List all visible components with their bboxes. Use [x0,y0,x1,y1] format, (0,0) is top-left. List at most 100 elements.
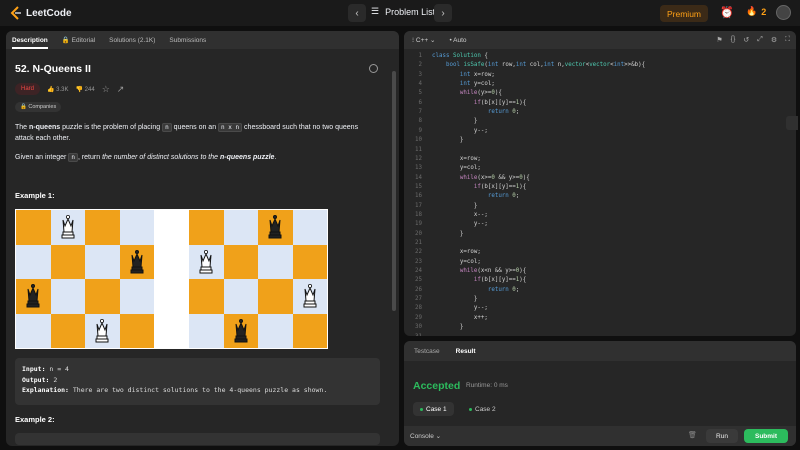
braces-icon[interactable]: {} [731,36,736,44]
board-square [119,279,154,314]
code-line[interactable]: if(b[x][y]==1){ [432,184,526,190]
line-number: 28 [415,305,422,312]
streak-badge[interactable]: 🔥 2 [746,6,766,17]
code-line[interactable]: return 0; [432,287,519,293]
code-line[interactable]: while(x>=0 && y>=0){ [432,175,530,181]
code-line[interactable]: int y=col; [432,81,495,87]
code-line[interactable]: if(b[x][y]==1){ [432,100,526,106]
line-number: 31 [404,334,422,337]
text-segment: The [15,124,30,131]
code-line[interactable]: class Solution { [432,53,488,59]
code-line[interactable]: y=col; [432,165,481,171]
board-square [50,313,85,348]
star-icon[interactable]: ☆ [102,84,110,95]
line-number: 17 [415,202,422,209]
fullscreen-icon[interactable]: ⛶ [785,36,790,44]
code-line[interactable]: while(y>=0){ [432,90,502,96]
premium-button[interactable]: Premium [660,5,709,22]
board-square [119,210,154,245]
share-icon[interactable]: ↗ [117,84,125,95]
board-square [50,210,85,245]
run-button[interactable]: Run [706,429,738,443]
code-line[interactable]: y--; [432,305,488,311]
companies-button[interactable]: 🔒 Companies [15,102,62,112]
side-panel-toggle[interactable] [786,116,798,130]
case-2-tab[interactable]: Case 2 [462,402,503,416]
code-line[interactable]: return 0; [432,193,519,199]
code-line[interactable]: } [432,203,478,209]
next-problem-button[interactable]: › [434,4,452,22]
line-number: 10 [415,137,422,144]
description-paragraph-2: Given an integer n, return the number of… [15,153,370,164]
example-1-title: Example 1: [15,191,55,200]
language-select[interactable]: ⁝ C++ ⌄ [412,36,435,44]
line-number: 27 [415,296,422,303]
like-button[interactable]: 👍 3.3K [47,86,69,93]
line-number: 22 [415,249,422,256]
line-number: 15 [415,183,422,190]
board-square [85,313,120,348]
logo[interactable]: LeetCode [10,6,72,20]
console-toggle[interactable]: Console ⌄ [410,432,441,440]
queen-icon [61,215,75,239]
code-line[interactable]: } [432,118,478,124]
code-editor-panel: ⁝ C++ ⌄ • Auto ⚑ {} ↺ ⤢ ⚙ ⛶ 1 class Solut… [404,31,796,336]
scrollbar[interactable] [392,71,396,311]
explanation-label: Explanation: [22,386,69,394]
code-line[interactable]: x=row; [432,249,481,255]
code-line[interactable]: } [432,324,464,330]
tab-result[interactable]: Result [456,348,476,355]
code-line[interactable]: int x=row; [432,72,495,78]
inline-code: n [68,153,78,162]
code-line[interactable]: return 0; [432,109,519,115]
fire-icon: 🔥 [746,6,758,16]
code-line[interactable]: while(x<n && y>=0){ [432,268,526,274]
code-line[interactable]: x++; [432,315,488,321]
code-line[interactable]: } [432,231,464,237]
alarm-icon[interactable]: ⏰ [720,6,734,19]
bookmark-icon[interactable]: ⚑ [716,36,722,44]
board-square [50,279,85,314]
reset-icon[interactable]: ↺ [743,36,749,44]
tab-editorial[interactable]: 🔒 Editorial [62,36,95,44]
problem-list-button[interactable]: ☰ Problem List [371,6,435,17]
text-segment: puzzle is the problem of placing [60,124,163,131]
code-line[interactable]: if(b[x][y]==1){ [432,277,526,283]
code-line[interactable]: y--; [432,128,488,134]
submit-button[interactable]: Submit [744,429,788,443]
companies-label: Companies [28,104,57,110]
language-label: C++ [415,37,429,44]
auto-mode[interactable]: • Auto [449,37,466,44]
tab-description[interactable]: Description [12,37,48,49]
case-1-tab[interactable]: Case 1 [413,402,454,416]
code-line[interactable]: y--; [432,221,488,227]
avatar[interactable] [776,5,791,20]
line-number: 1 [418,53,423,59]
line-number: 2 [418,62,423,69]
queen-icon [303,284,317,308]
leetcode-logo-icon [10,6,21,20]
board-square [292,210,327,245]
code-line[interactable]: y=col; [432,259,481,265]
code-line[interactable]: bool isSafe(int row,int col,int n,vector… [432,62,645,68]
dislike-button[interactable]: 👎 244 [76,86,95,93]
trash-icon[interactable]: 🗑 [688,431,697,439]
board-square [292,313,327,348]
settings-icon[interactable]: ⚙ [771,36,777,44]
tab-testcase[interactable]: Testcase [414,348,440,355]
info-icon[interactable] [369,64,378,73]
prev-problem-button[interactable]: ‹ [348,4,366,22]
tab-submissions[interactable]: Submissions [169,37,206,44]
result-panel: Testcase Result Accepted Runtime: 0 ms C… [404,341,796,446]
expand-icon[interactable]: ⤢ [757,36,763,44]
thumbs-up-icon: 👍 [47,86,55,93]
code-line[interactable]: x--; [432,212,488,218]
code-line[interactable]: x=row; [432,156,481,162]
line-number: 26 [415,286,422,293]
line-number: 13 [415,165,422,172]
tab-solutions[interactable]: Solutions (2.1K) [109,37,155,44]
code-line[interactable]: } [432,137,464,143]
queen-icon [130,249,144,274]
code-line[interactable]: } [432,296,478,302]
line-number: 7 [418,109,423,116]
